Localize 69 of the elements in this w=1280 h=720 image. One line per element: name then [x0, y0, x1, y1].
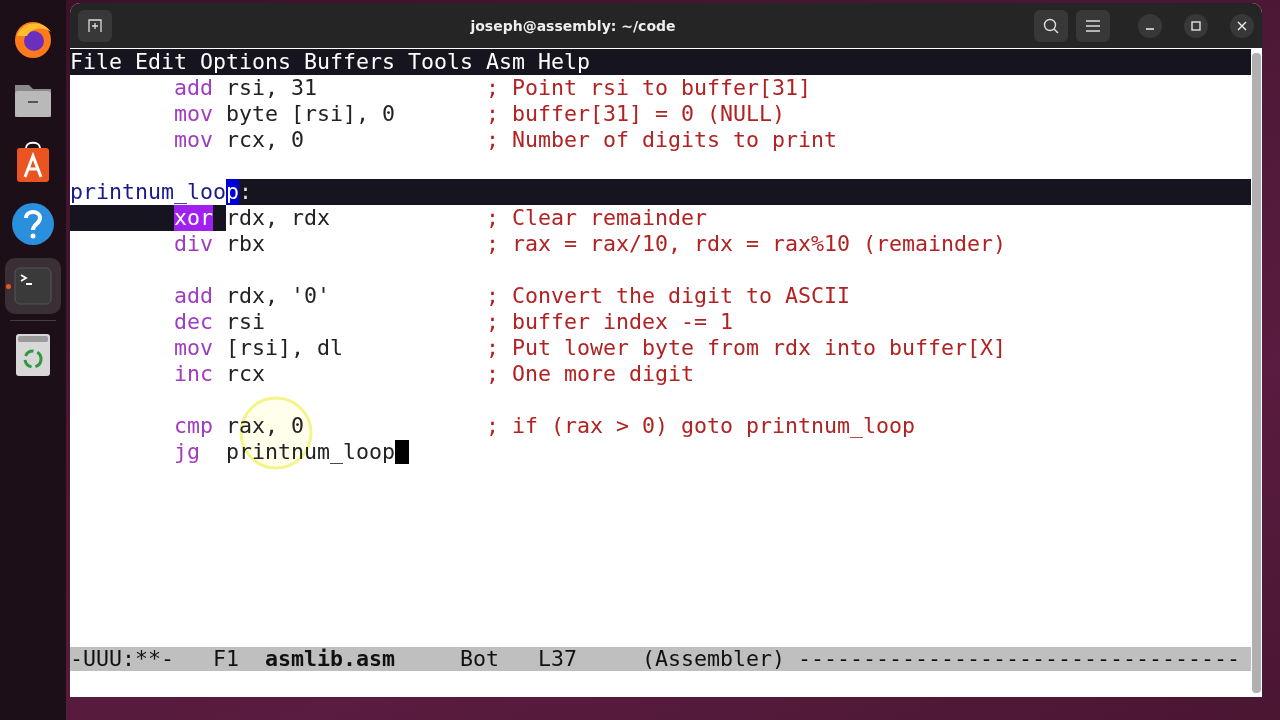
- running-indicator: [6, 284, 11, 289]
- modified-flags: -UUU:**-: [70, 647, 174, 671]
- code-comment: ; Point rsi to buffer[31]: [486, 75, 812, 101]
- buffer-name: asmlib.asm: [265, 647, 396, 671]
- menu-item[interactable]: Edit: [135, 49, 188, 75]
- menu-item[interactable]: Tools: [408, 49, 474, 75]
- search-icon: [1043, 17, 1059, 34]
- opcode: cmp: [174, 413, 214, 439]
- opcode: div: [174, 231, 214, 257]
- new-tab-icon: [88, 18, 102, 33]
- menu-button[interactable]: [1076, 9, 1110, 42]
- code-comment: ; Number of digits to print: [486, 127, 838, 153]
- opcode: add: [174, 283, 214, 309]
- window-title: joseph@assembly: ~/code: [469, 17, 677, 34]
- code-comment: ; Clear remainder: [486, 205, 708, 231]
- text-cursor: [395, 440, 409, 464]
- scroll-position: Bot: [460, 647, 500, 671]
- operands: rdx, '0': [226, 283, 330, 309]
- trash-icon[interactable]: [15, 333, 51, 377]
- operands: rdx, rdx: [226, 205, 330, 231]
- line-number: L37: [538, 647, 578, 671]
- opcode: add: [174, 75, 214, 101]
- code-comment: ; if (rax > 0) goto printnum_loop: [486, 413, 916, 439]
- menu-item[interactable]: Buffers: [304, 49, 396, 75]
- operands: byte [rsi], 0: [226, 101, 395, 127]
- code-comment: ; buffer index -= 1: [486, 309, 734, 335]
- close-icon: [1237, 20, 1247, 31]
- operands: rsi, 31: [226, 75, 317, 101]
- opcode: mov: [174, 101, 214, 127]
- menu-item[interactable]: Help: [538, 49, 591, 75]
- menu-item[interactable]: Options: [200, 49, 292, 75]
- major-mode: (Assembler): [642, 647, 786, 671]
- terminal-icon[interactable]: [14, 267, 52, 305]
- search-button[interactable]: [1034, 9, 1068, 42]
- shopping-bag-icon[interactable]: [15, 140, 51, 184]
- operands: [rsi], dl: [226, 335, 343, 361]
- operands: rcx, 0: [226, 127, 304, 153]
- code-comment: ; One more digit: [486, 361, 695, 387]
- menu-item[interactable]: File: [70, 49, 122, 75]
- maximize-icon: [1191, 20, 1201, 31]
- mode-line-fill: ----------------------------------: [798, 647, 1241, 671]
- opcode: inc: [174, 361, 214, 387]
- minimize-icon: [1146, 27, 1154, 30]
- maximize-button[interactable]: [1184, 13, 1208, 38]
- operands: printnum_loop: [226, 439, 395, 465]
- opcode: mov: [174, 127, 214, 153]
- code-comment: ; Put lower byte from rdx into buffer[X]: [486, 335, 1007, 361]
- operands: rcx: [226, 361, 265, 387]
- label-colon: :: [239, 179, 253, 205]
- operands: rsi: [226, 309, 265, 335]
- help-icon[interactable]: [11, 202, 55, 246]
- point-highlight: p: [226, 179, 240, 205]
- menu-item[interactable]: Asm: [486, 49, 526, 75]
- scrollbar-thumb[interactable]: [1252, 53, 1261, 693]
- minimize-button[interactable]: [1138, 13, 1162, 38]
- menu-icon: [1086, 19, 1100, 32]
- code-comment: ; buffer[31] = 0 (NULL): [486, 101, 786, 127]
- opcode: xor: [174, 205, 213, 231]
- opcode: dec: [174, 309, 214, 335]
- opcode: mov: [174, 335, 214, 361]
- code-comment: ; rax = rax/10, rdx = rax%10 (remainder): [486, 231, 1007, 257]
- code-label: printnum_loo: [70, 179, 226, 205]
- operands: rax, 0: [226, 413, 304, 439]
- frame-name: F1: [213, 647, 240, 671]
- code-comment: ; Convert the digit to ASCII: [486, 283, 851, 309]
- close-button[interactable]: [1230, 13, 1254, 38]
- operands: rbx: [226, 231, 265, 257]
- new-tab-button[interactable]: [78, 9, 112, 42]
- opcode: jg: [174, 439, 201, 465]
